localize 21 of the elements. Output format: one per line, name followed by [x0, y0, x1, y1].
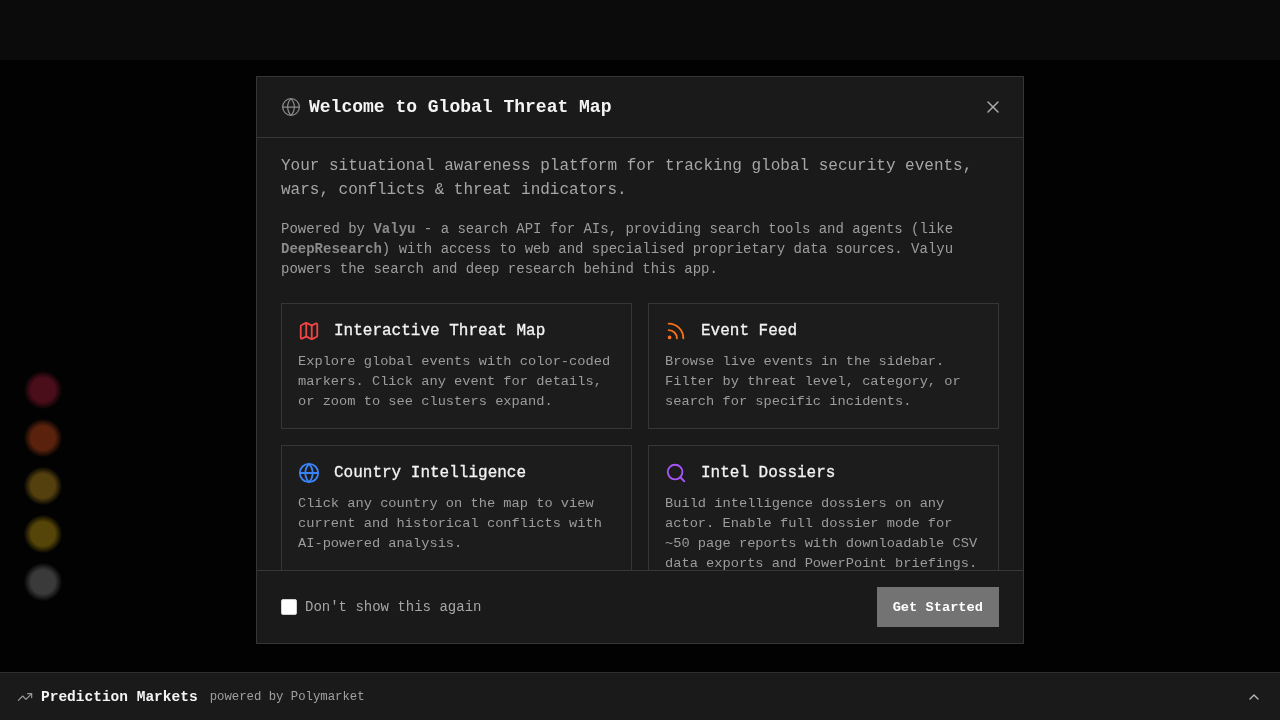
dialog-title: Welcome to Global Threat Map [309, 96, 612, 119]
checkbox-label[interactable]: Don't show this again [305, 597, 482, 617]
checkbox[interactable] [281, 599, 297, 615]
feature-text: Explore global events with color-coded markers. Click any event for details, or zoom to see clusters expand. [298, 353, 612, 411]
search-icon [665, 462, 687, 484]
bar-subtitle: powered by Polymarket [209, 689, 365, 704]
feature-text: Click any country on the map to view current and historical conflicts with AI-powered analysis. [298, 495, 603, 553]
globe-icon [281, 97, 301, 117]
feature-text: Browse live events in the sidebar. Filter by threat level, category, or search for specific incidents. [665, 353, 962, 411]
rss-icon [665, 320, 687, 342]
map-icon [298, 320, 320, 342]
feature-title: Event Feed [701, 321, 797, 342]
feature-title: Intel Dossiers [701, 463, 836, 484]
get-started-button[interactable]: Get Started [876, 587, 999, 627]
description-text: Powered by Valyu - a search API for AIs, providing search tools and agents (like DeepResearch) with access to web and specialised proprietary data sources. Valyu powers the search and deep research behind this app. [281, 220, 955, 279]
feature-title: Country Intelligence [334, 463, 527, 484]
feature-text: Build intelligence dossiers on any actor. Enable full dossier mode for ~50 page reports with downloadable CSV data exports and PowerPoint briefings. [665, 495, 979, 570]
intro-text: Your situational awareness platform for tracking global security events, wars, conflicts & threat indicators. [281, 156, 974, 201]
feature-title: Interactive Threat Map [334, 321, 546, 342]
globe-icon [298, 462, 320, 484]
bar-title: Prediction Markets [41, 688, 198, 705]
